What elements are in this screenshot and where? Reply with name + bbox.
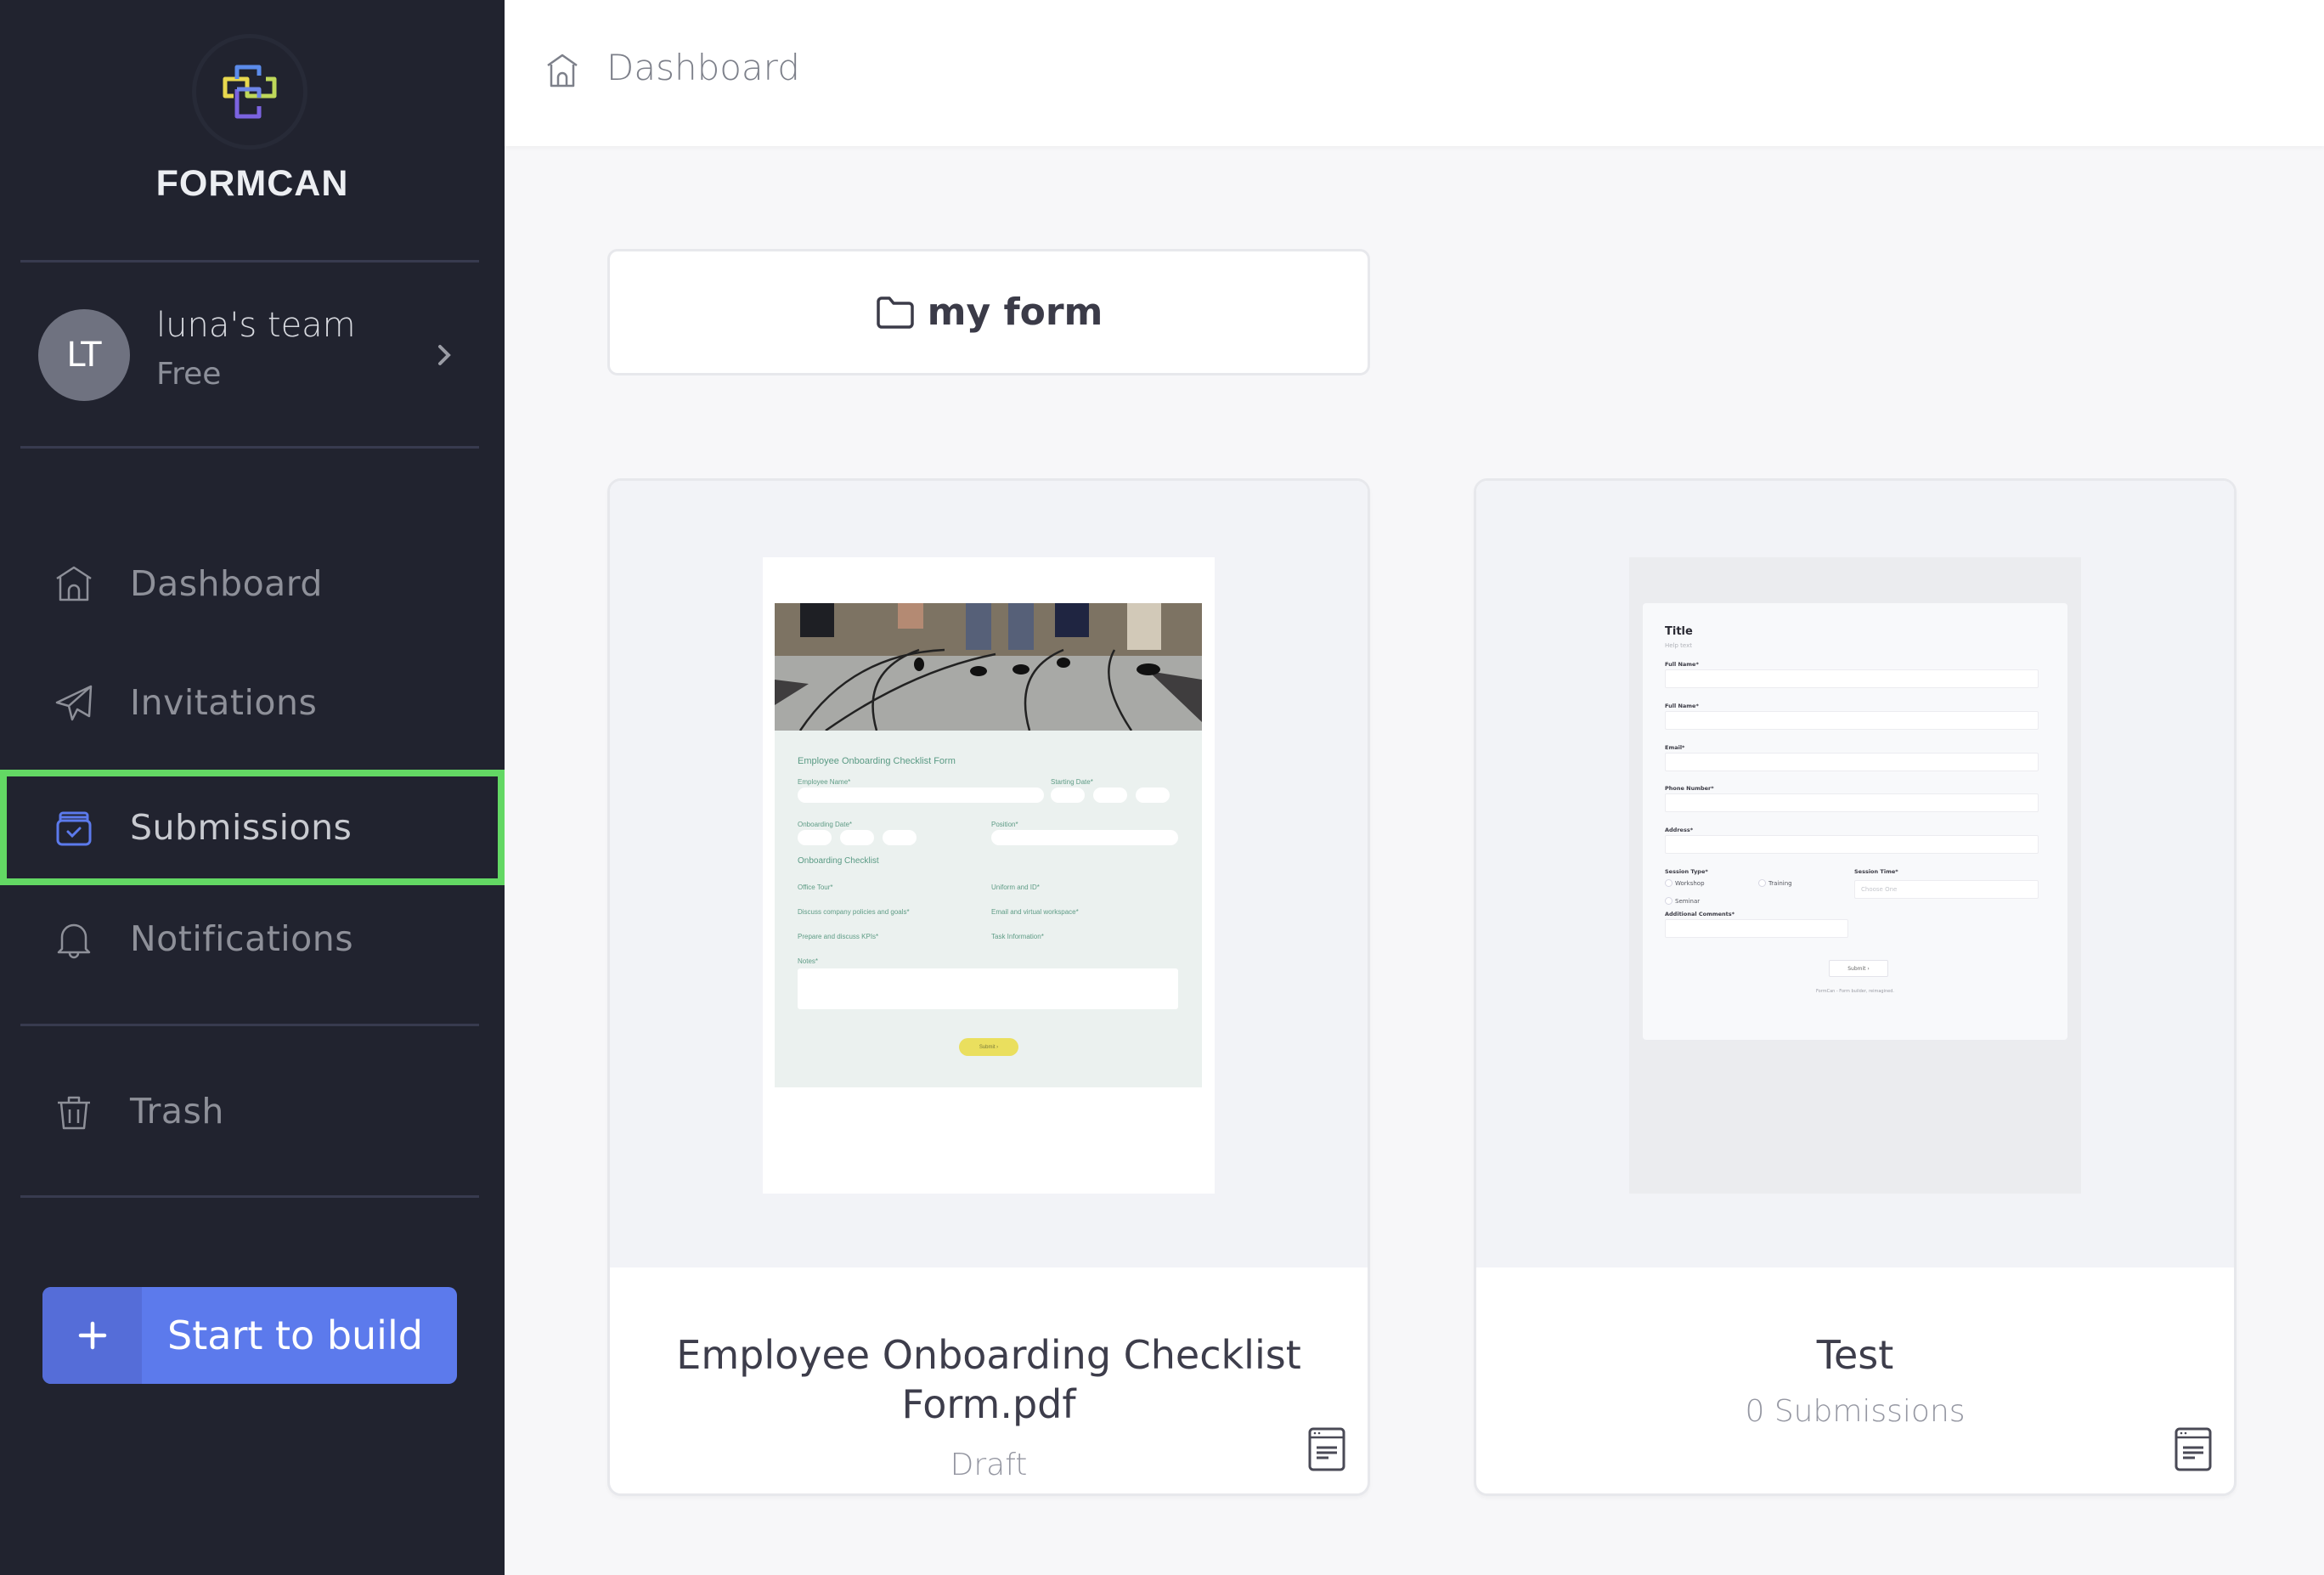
sidebar-item-label: Submissions (130, 807, 353, 848)
preview-input (991, 830, 1178, 845)
preview-select: Choose One (1854, 880, 2039, 899)
form-body-preview: Title Help text Full Name* Full Name* Em… (1643, 603, 2067, 1040)
preview-label: Office Tour* (798, 883, 833, 891)
chevron-right-icon[interactable] (432, 338, 457, 372)
preview-label: Full Name* (1665, 661, 1699, 668)
preview-submit: Submit › (959, 1038, 1018, 1056)
plus-icon (42, 1287, 142, 1384)
preview-input (798, 788, 1044, 803)
preview-radio: Workshop (1665, 879, 1705, 887)
preview-submit: Submit › (1829, 960, 1888, 977)
sidebar-item-submissions[interactable]: Submissions (0, 770, 505, 885)
breadcrumb[interactable]: Dashboard (606, 47, 800, 88)
form-body-preview: Employee Onboarding Checklist Form Emplo… (775, 731, 1202, 1087)
preview-label: Full Name* (1665, 703, 1699, 709)
form-card[interactable]: Employee Onboarding Checklist Form Emplo… (607, 478, 1370, 1496)
formcan-logo-icon (223, 65, 277, 119)
divider (20, 1024, 479, 1026)
preview-input (1665, 669, 2039, 688)
start-to-build-label: Start to build (167, 1312, 423, 1358)
submissions-inbox-icon (53, 806, 95, 849)
preview-input (798, 830, 832, 845)
sidebar-item-dashboard[interactable]: Dashboard (0, 533, 505, 635)
sidebar-item-label: Notifications (130, 918, 354, 959)
preview-textarea (798, 968, 1178, 1009)
form-card[interactable]: Title Help text Full Name* Full Name* Em… (1474, 478, 2237, 1496)
team-plan: Free (156, 357, 222, 392)
preview-heading: Title (1665, 625, 1693, 638)
form-thumbnail: Title Help text Full Name* Full Name* Em… (1629, 557, 2081, 1194)
preview-section: Onboarding Checklist (798, 856, 879, 866)
preview-input (1051, 788, 1085, 803)
folder-card[interactable]: my form (607, 249, 1370, 375)
preview-input (1665, 793, 2039, 812)
form-title: Test (1816, 1332, 1894, 1378)
folder-name: my form (927, 291, 1103, 334)
divider (20, 260, 479, 262)
preview-label: Session Type* (1665, 868, 1708, 875)
people-legs-photo (775, 603, 1202, 731)
sidebar-item-notifications[interactable]: Notifications (0, 888, 505, 990)
preview-label: Uniform and ID* (991, 883, 1040, 891)
preview-label: Email* (1665, 744, 1685, 751)
top-header: Dashboard (505, 0, 2324, 146)
preview-input (1136, 788, 1170, 803)
preview-input (1665, 835, 2039, 854)
brand-name: FORMCAN (155, 163, 349, 204)
divider (20, 1195, 479, 1198)
logo[interactable] (192, 34, 307, 150)
preview-input (1665, 711, 2039, 730)
folder-icon (876, 296, 914, 329)
preview-input (1093, 788, 1127, 803)
form-status: 0 Submissions (1745, 1394, 1966, 1429)
form-preview: Title Help text Full Name* Full Name* Em… (1476, 481, 2234, 1267)
form-thumbnail: Employee Onboarding Checklist Form Emplo… (763, 557, 1215, 1194)
preview-input (1665, 919, 1848, 938)
preview-input (840, 830, 874, 845)
preview-label: Discuss company policies and goals* (798, 908, 910, 916)
preview-label: Notes* (798, 957, 819, 965)
preview-label: Email and virtual workspace* (991, 908, 1079, 916)
sidebar-item-label: Trash (130, 1091, 224, 1132)
form-document-icon[interactable] (1308, 1427, 1345, 1471)
preview-label: Address* (1665, 827, 1694, 833)
preview-help: Help text (1665, 642, 1692, 649)
divider (20, 446, 479, 449)
preview-heading: Employee Onboarding Checklist Form (798, 756, 956, 766)
preview-radio: Seminar (1665, 897, 1700, 905)
preview-label: Position* (991, 821, 1018, 828)
home-icon (547, 54, 578, 88)
form-status: Draft (950, 1448, 1028, 1482)
preview-footer: FormCan - Form builder, reimagined. (1815, 989, 1894, 994)
preview-label: Task Information* (991, 933, 1044, 940)
form-title: Employee Onboarding Checklist Form.pdf (676, 1332, 1301, 1427)
sidebar-item-trash[interactable]: Trash (0, 1060, 505, 1162)
trash-icon (53, 1090, 95, 1132)
paper-plane-icon (53, 681, 95, 724)
team-name: luna's team (156, 306, 356, 345)
avatar: LT (38, 309, 130, 401)
form-document-icon[interactable] (2175, 1427, 2212, 1471)
start-to-build-button[interactable]: Start to build (42, 1287, 457, 1384)
sidebar-item-invitations[interactable]: Invitations (0, 652, 505, 754)
preview-input (883, 830, 917, 845)
preview-label: Prepare and discuss KPIs* (798, 933, 879, 940)
preview-radio: Training (1758, 879, 1792, 887)
preview-input (1665, 753, 2039, 771)
preview-label: Session Time* (1854, 868, 1898, 875)
sidebar-item-label: Invitations (130, 682, 318, 723)
preview-label: Onboarding Date* (798, 821, 853, 828)
preview-label: Phone Number* (1665, 785, 1714, 792)
sidebar-item-label: Dashboard (130, 563, 323, 604)
bell-icon (53, 917, 95, 960)
home-icon (53, 562, 95, 605)
preview-label: Employee Name* (798, 778, 851, 786)
header-photo (775, 603, 1202, 731)
sidebar: FORMCAN LT luna's team Free Dashboard In… (0, 0, 505, 1575)
preview-label: Additional Comments* (1665, 911, 1735, 917)
form-preview: Employee Onboarding Checklist Form Emplo… (610, 481, 1368, 1267)
preview-label: Starting Date* (1051, 778, 1093, 786)
